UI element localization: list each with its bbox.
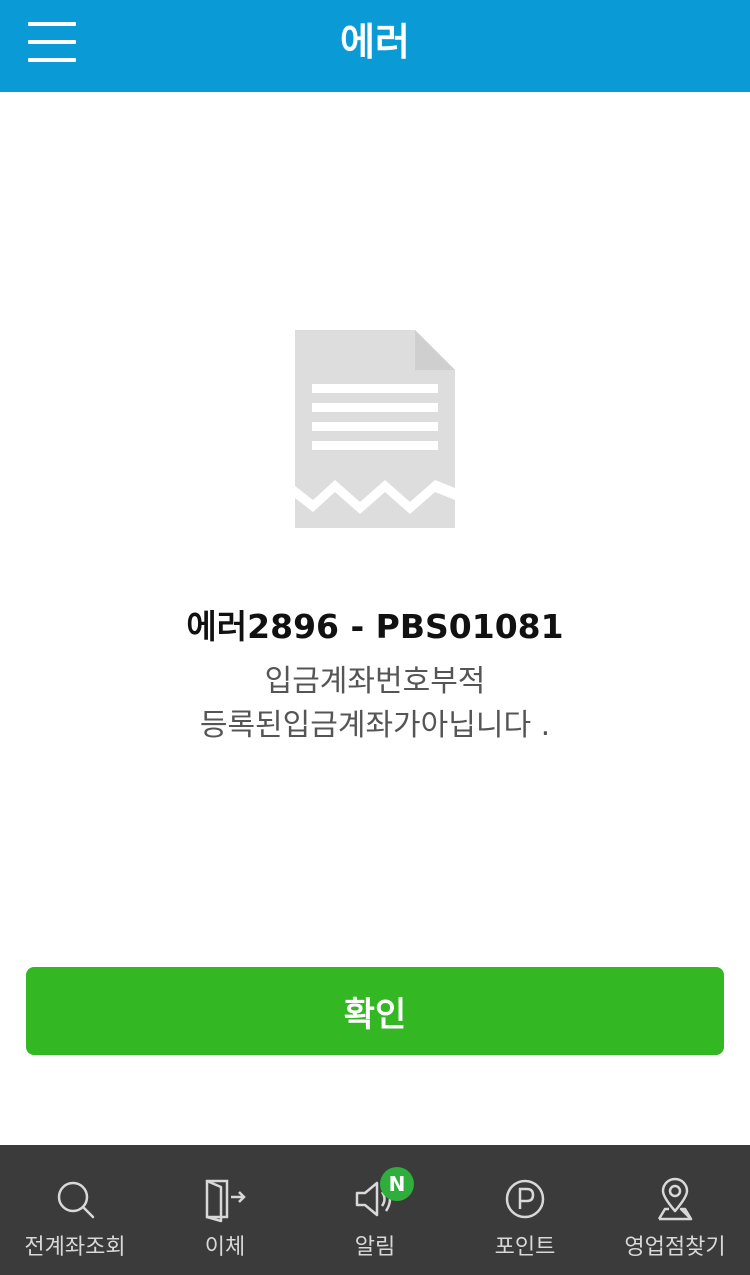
torn-document-icon [295,330,455,528]
nav-label: 포인트 [494,1235,556,1260]
nav-item-notification[interactable]: N 알림 [300,1145,450,1275]
nav-item-account-inquiry[interactable]: 전계좌조회 [0,1145,150,1275]
app-root: 에러 에러2896 - PBS01081 입금계좌번호부적 등록된입금계좌가아닙… [0,0,750,1275]
error-message-line1: 입금계좌번호부적 [264,664,486,699]
new-badge: N [380,1167,414,1201]
nav-label: 전계좌조회 [24,1235,126,1260]
location-pin-icon [657,1177,693,1221]
nav-label: 영업점찾기 [624,1235,726,1260]
confirm-button[interactable]: 확인 [26,967,724,1055]
nav-label: 이체 [204,1235,246,1260]
nav-item-points[interactable]: 포인트 [450,1145,600,1275]
nav-item-branch-finder[interactable]: 영업점찾기 [600,1145,750,1275]
point-icon [505,1179,545,1219]
top-header: 에러 [0,0,750,92]
transfer-door-icon [205,1179,246,1223]
error-code: 에러2896 - PBS01081 [186,607,564,646]
page-title: 에러 [340,20,410,64]
error-message-line2: 등록된입금계좌가아닙니다 . [199,708,551,743]
search-icon [57,1181,95,1219]
nav-item-transfer[interactable]: 이체 [150,1145,300,1275]
bottom-nav: 전계좌조회 이체 N 알림 포인트 영업점찾기 [0,1145,750,1275]
nav-label: 알림 [354,1235,396,1260]
